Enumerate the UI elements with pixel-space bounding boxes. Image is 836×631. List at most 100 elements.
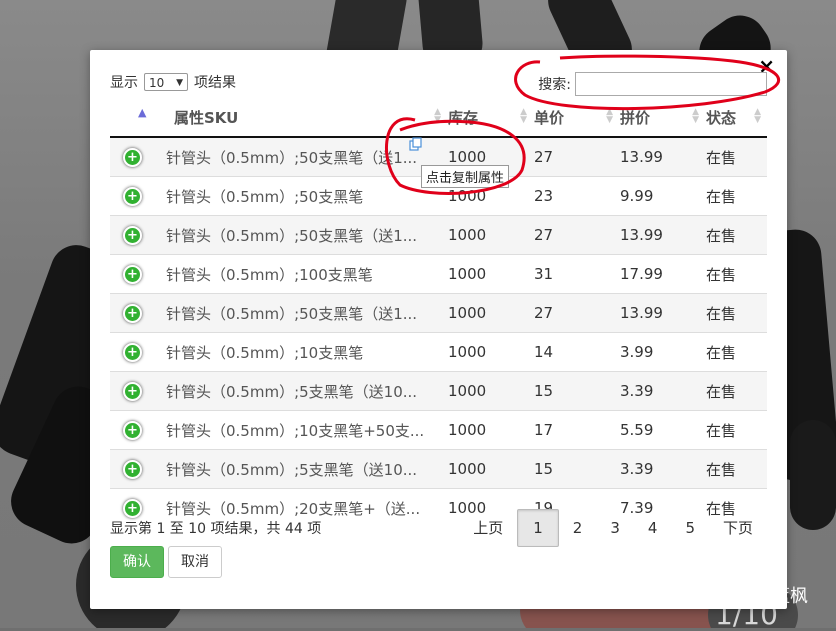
expand-cell[interactable]: +	[110, 215, 156, 255]
sku-cell: 针管头（0.5mm）;10支黑笔	[156, 332, 447, 372]
stock-cell: 1000	[447, 371, 533, 411]
sku-cell: 针管头（0.5mm）;50支黑笔	[156, 176, 447, 216]
status-cell: 在售	[705, 254, 767, 294]
sku-cell: 针管头（0.5mm）;10支黑笔+50支...	[156, 410, 447, 450]
price-cell: 15	[533, 371, 619, 411]
page-size-select[interactable]: 10 ▼	[144, 73, 188, 91]
page-size-value: 10	[149, 76, 165, 90]
group-price-cell: 5.59	[619, 410, 705, 450]
price-cell: 27	[533, 293, 619, 333]
table-row[interactable]: + 针管头（0.5mm）;5支黑笔（送10... 1000 15 3.39 在售	[110, 371, 767, 411]
confirm-button[interactable]: 确认	[110, 546, 164, 578]
search-input[interactable]	[575, 72, 767, 96]
expand-plus-icon[interactable]: +	[123, 148, 142, 167]
sort-asc-icon: ▲	[138, 106, 147, 119]
stock-cell: 1000	[447, 215, 533, 255]
expand-plus-icon[interactable]: +	[123, 343, 142, 362]
column-header-stock[interactable]: 库存 ▲ ▼	[447, 98, 533, 138]
stock-cell: 1000	[447, 332, 533, 372]
pagination-prev[interactable]: 上页	[459, 510, 517, 546]
pagination-page-5[interactable]: 5	[671, 510, 709, 546]
price-cell: 15	[533, 449, 619, 489]
pagination-next[interactable]: 下页	[709, 510, 767, 546]
status-cell: 在售	[705, 293, 767, 333]
table-header-row: ▲ 属性SKU ▲ ▼ 库存 ▲ ▼ 单价 ▲ ▼ 拼价 ▲ ▼ 状态 ▲ ▼	[110, 98, 767, 138]
expand-plus-icon[interactable]: +	[123, 304, 142, 323]
sku-cell: 针管头（0.5mm）;50支黑笔（送1...	[156, 136, 447, 177]
pagination-page-4[interactable]: 4	[634, 510, 672, 546]
column-header-group-price[interactable]: 拼价 ▲ ▼	[619, 98, 705, 138]
sku-cell: 针管头（0.5mm）;5支黑笔（送10...	[156, 371, 447, 411]
sort-icon: ▲ ▼	[434, 107, 441, 125]
pagination-page-3[interactable]: 3	[596, 510, 634, 546]
status-cell: 在售	[705, 410, 767, 450]
price-cell: 23	[533, 176, 619, 216]
price-cell: 14	[533, 332, 619, 372]
group-price-cell: 3.99	[619, 332, 705, 372]
expand-cell[interactable]: +	[110, 293, 156, 333]
status-cell: 在售	[705, 449, 767, 489]
copy-tooltip: 点击复制属性	[421, 165, 510, 188]
table-row[interactable]: + 针管头（0.5mm）;10支黑笔+50支... 1000 17 5.59 在售	[110, 410, 767, 450]
sku-table: ▲ 属性SKU ▲ ▼ 库存 ▲ ▼ 单价 ▲ ▼ 拼价 ▲ ▼ 状态 ▲ ▼ …	[110, 98, 767, 527]
pagination-page-2[interactable]: 2	[559, 510, 597, 546]
expand-cell[interactable]: +	[110, 136, 156, 177]
expand-plus-icon[interactable]: +	[123, 382, 142, 401]
sku-modal: × 显示 10 ▼ 项结果 搜索: ▲ 属性SKU ▲ ▼ 库存 ▲ ▼ 单价 …	[90, 50, 787, 609]
column-header-sku[interactable]: 属性SKU ▲ ▼	[156, 98, 447, 138]
expand-cell[interactable]: +	[110, 332, 156, 372]
length-suffix: 项结果	[194, 75, 236, 91]
search-box: 搜索:	[538, 72, 767, 96]
status-cell: 在售	[705, 215, 767, 255]
column-header-status[interactable]: 状态 ▲ ▼	[705, 98, 767, 138]
length-prefix: 显示	[110, 75, 138, 91]
table-controls: 显示 10 ▼ 项结果 搜索:	[110, 72, 767, 98]
group-price-cell: 3.39	[619, 449, 705, 489]
cancel-button[interactable]: 取消	[168, 546, 222, 578]
price-cell: 27	[533, 215, 619, 255]
sort-icon: ▲ ▼	[520, 107, 527, 125]
status-cell: 在售	[705, 136, 767, 177]
sort-icon: ▲ ▼	[692, 107, 699, 125]
expand-plus-icon[interactable]: +	[123, 187, 142, 206]
expand-plus-icon[interactable]: +	[123, 460, 142, 479]
expand-plus-icon[interactable]: +	[123, 226, 142, 245]
stock-cell: 1000	[447, 449, 533, 489]
table-row[interactable]: + 针管头（0.5mm）;50支黑笔（送1... 1000 27 13.99 在售	[110, 293, 767, 333]
expand-cell[interactable]: +	[110, 449, 156, 489]
sku-cell: 针管头（0.5mm）;5支黑笔（送10...	[156, 449, 447, 489]
table-row[interactable]: + 针管头（0.5mm）;50支黑笔（送1... 1000 27 13.99 在售	[110, 215, 767, 255]
sku-cell: 针管头（0.5mm）;50支黑笔（送1...	[156, 215, 447, 255]
group-price-cell: 17.99	[619, 254, 705, 294]
group-price-cell: 13.99	[619, 293, 705, 333]
table-row[interactable]: + 针管头（0.5mm）;5支黑笔（送10... 1000 15 3.39 在售	[110, 449, 767, 489]
group-price-cell: 9.99	[619, 176, 705, 216]
status-cell: 在售	[705, 332, 767, 372]
pagination-page-1[interactable]: 1	[517, 509, 559, 547]
sku-cell: 针管头（0.5mm）;100支黑笔	[156, 254, 447, 294]
status-cell: 在售	[705, 371, 767, 411]
column-header-price[interactable]: 单价 ▲ ▼	[533, 98, 619, 138]
expand-plus-icon[interactable]: +	[123, 499, 142, 518]
stock-cell: 1000	[447, 293, 533, 333]
price-cell: 27	[533, 136, 619, 177]
expand-column-header[interactable]: ▲	[110, 98, 156, 138]
price-cell: 17	[533, 410, 619, 450]
expand-cell[interactable]: +	[110, 371, 156, 411]
stock-cell: 1000	[447, 254, 533, 294]
group-price-cell: 13.99	[619, 215, 705, 255]
table-row[interactable]: + 针管头（0.5mm）;100支黑笔 1000 31 17.99 在售	[110, 254, 767, 294]
expand-plus-icon[interactable]: +	[123, 265, 142, 284]
table-info: 显示第 1 至 10 项结果，共 44 项	[110, 521, 322, 537]
expand-cell[interactable]: +	[110, 254, 156, 294]
expand-cell[interactable]: +	[110, 176, 156, 216]
pagination: 上页 1 2 3 4 5 下页	[459, 509, 767, 547]
search-label: 搜索:	[538, 77, 571, 93]
status-cell: 在售	[705, 176, 767, 216]
stock-cell: 1000	[447, 410, 533, 450]
table-row[interactable]: + 针管头（0.5mm）;10支黑笔 1000 14 3.99 在售	[110, 332, 767, 372]
expand-cell[interactable]: +	[110, 410, 156, 450]
expand-plus-icon[interactable]: +	[123, 421, 142, 440]
dropdown-arrow-icon: ▼	[176, 78, 183, 88]
copy-icon[interactable]	[409, 137, 423, 151]
